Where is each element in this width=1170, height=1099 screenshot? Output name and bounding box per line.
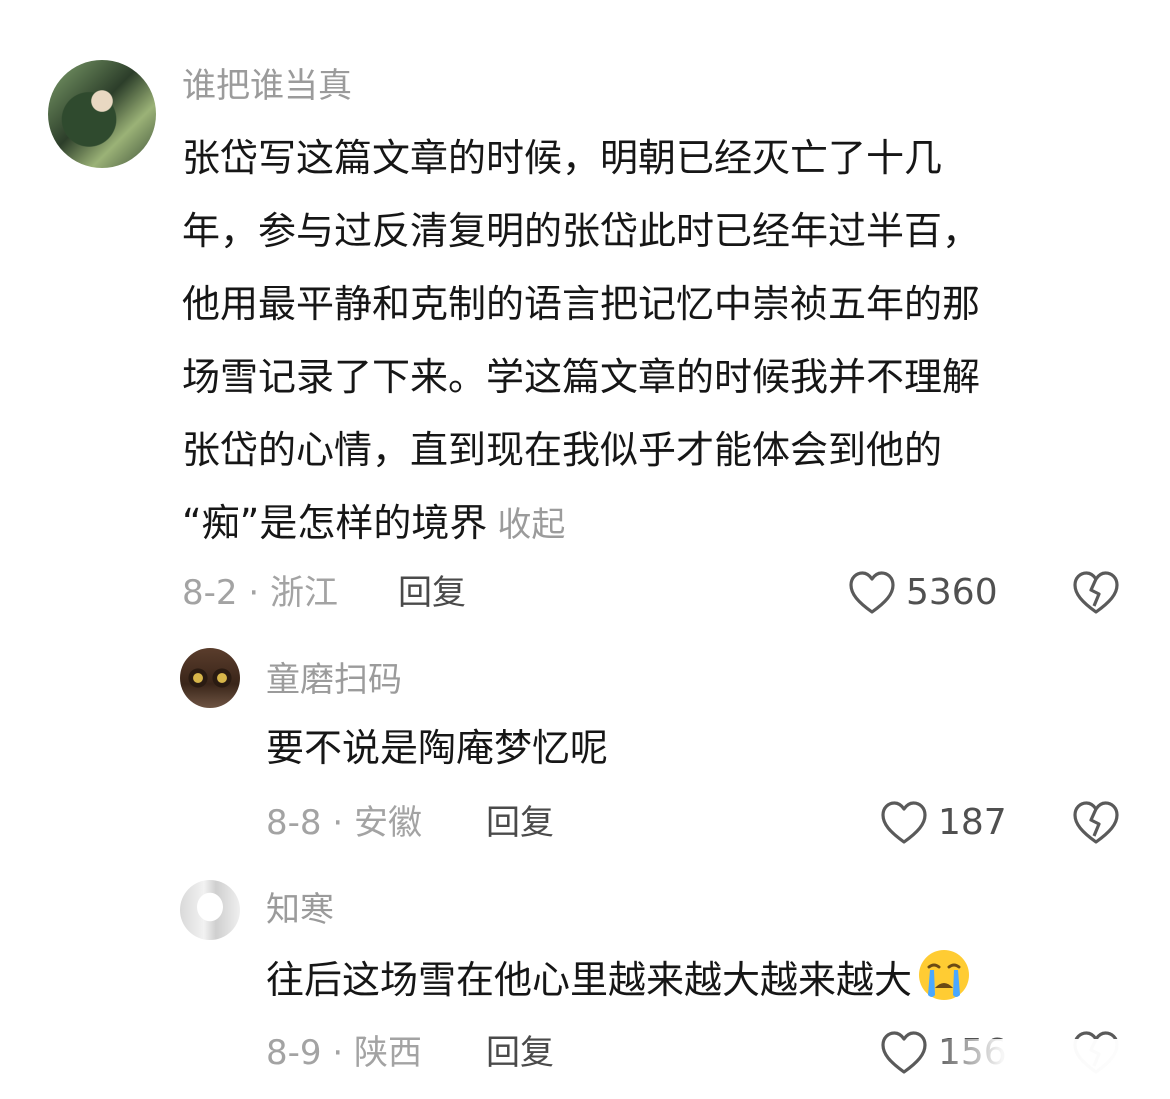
comment-meta: 8-9 · 陕西 [266,1033,422,1073]
comment-content: 张岱写这篇文章的时候，明朝已经灭亡了十几 年，参与过反清复明的张岱此时已经年过半… [182,122,1142,562]
username[interactable]: 童磨扫码 [266,660,402,700]
reply-content: 要不说是陶庵梦忆呢 [266,726,609,770]
comment-line: 场雪记录了下来。学这篇文章的时候我并不理解 [182,355,981,399]
avatar[interactable] [180,648,240,708]
reply-button[interactable]: 回复 [486,1033,554,1073]
reply-content: 往后这场雪在他心里越来越大越来越大 [266,944,972,1017]
heart-icon[interactable] [880,800,928,846]
collapse-button[interactable]: 收起 [497,505,565,545]
avatar[interactable] [180,880,240,940]
comment-line: 张岱的心情，直到现在我似乎才能体会到他的 [182,428,943,472]
reply-button[interactable]: 回复 [486,803,554,843]
watermark-overlay [930,1039,1170,1099]
comment-line-text: “痴”是怎样的境界 [182,501,488,545]
comment-meta: 8-8 · 安徽 [266,803,422,843]
comment-line: 年，参与过反清复明的张岱此时已经年过半百， [182,209,981,253]
crying-face-icon [916,947,972,1003]
comment-line: 张岱写这篇文章的时候，明朝已经灭亡了十几 [182,136,943,180]
like-count: 5360 [906,572,998,613]
username[interactable]: 谁把谁当真 [182,66,352,106]
comment-meta: 8-2 · 浙江 [182,573,338,613]
reply-button[interactable]: 回复 [398,573,466,613]
heart-icon[interactable] [848,570,896,616]
username[interactable]: 知寒 [266,890,334,930]
avatar[interactable] [48,60,156,168]
heart-icon[interactable] [880,1030,928,1076]
like-count: 187 [938,802,1007,843]
dislike-icon[interactable] [1072,800,1120,846]
dislike-icon[interactable] [1072,570,1120,616]
reply-text: 往后这场雪在他心里越来越大越来越大 [266,958,913,1002]
comment-line: 他用最平静和克制的语言把记忆中崇祯五年的那 [182,282,981,326]
comment-line: “痴”是怎样的境界 收起 [182,487,1142,562]
